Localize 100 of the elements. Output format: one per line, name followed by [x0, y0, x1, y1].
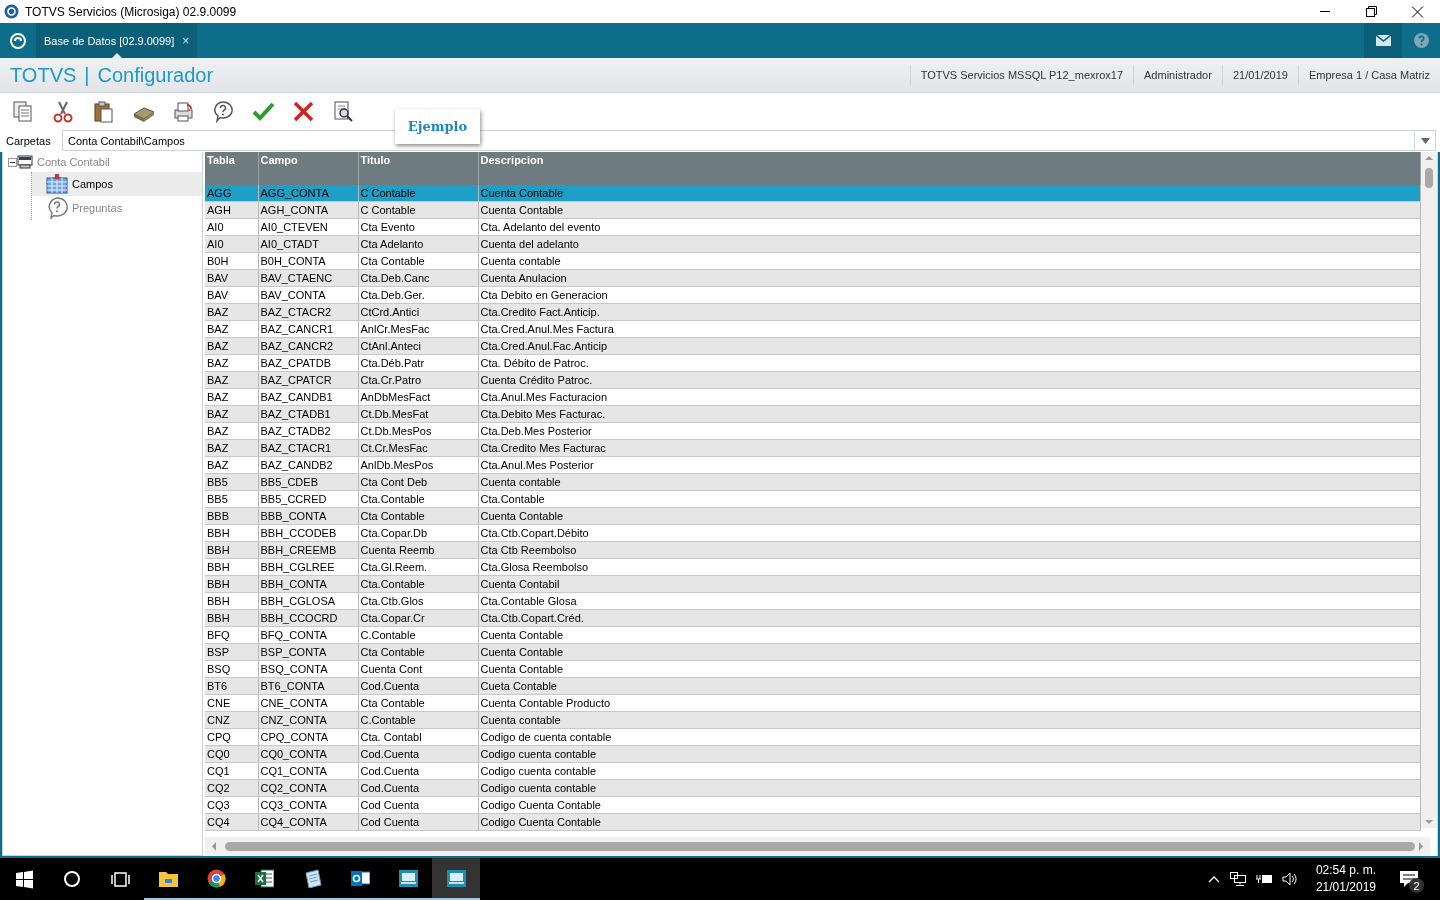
- table-cell: BAZ_CANDB2: [258, 456, 358, 474]
- clipboard-icon[interactable]: [92, 99, 115, 123]
- table-cell: AGG_CONTA: [258, 185, 358, 202]
- home-logo-icon[interactable]: [10, 32, 26, 49]
- collapse-icon[interactable]: [8, 157, 17, 167]
- table-cell: Cod Cuenta: [358, 796, 478, 814]
- table-cell: Cuenta Contable: [478, 185, 1421, 202]
- preview-icon[interactable]: [332, 99, 355, 123]
- table-cell: Cta.Deb.Mes Posterior: [478, 422, 1421, 440]
- tree-item[interactable]: Campos: [32, 172, 202, 196]
- table-cell: AnlCr.MesFac: [358, 320, 478, 338]
- table-cell: Cta.Anul.Mes Facturacion: [478, 388, 1421, 406]
- window-title: TOTVS Servicios (Microsiga) 02.9.0099: [25, 4, 238, 19]
- laptop-icon[interactable]: [398, 868, 418, 888]
- battery-icon[interactable]: [1255, 873, 1272, 885]
- table-cell: AI0: [205, 218, 258, 236]
- spreadsheet-icon[interactable]: [254, 868, 274, 888]
- table-cell: Cta. Débito de Patroc.: [478, 354, 1421, 372]
- table-cell: CQ1_CONTA: [258, 762, 358, 780]
- table-cell: AnlDb.MesPos: [358, 456, 478, 474]
- table-cell: Cta.Déb.Patr: [358, 354, 478, 372]
- folder-label: Carpetas: [5, 134, 52, 147]
- table-cell: BAZ_CANDB1: [258, 388, 358, 406]
- table-cell: BAZ_CANCR1: [258, 320, 358, 338]
- help-icon[interactable]: [212, 99, 235, 123]
- table-cell: AGG: [205, 185, 258, 202]
- table-cell: BBH_CGLOSA: [258, 592, 358, 610]
- table-cell: CQ3_CONTA: [258, 796, 358, 814]
- table-cell: C Contable: [358, 185, 478, 202]
- mail-icon[interactable]: [350, 868, 370, 888]
- cross-icon[interactable]: [292, 99, 315, 123]
- table-cell: BAZ: [205, 354, 258, 372]
- column-header[interactable]: Tabla: [205, 152, 258, 185]
- column-header[interactable]: Titulo: [358, 152, 478, 185]
- copy-icon[interactable]: [12, 99, 35, 123]
- laptop-icon[interactable]: [446, 868, 466, 888]
- chevron-up-icon[interactable]: [1207, 875, 1220, 883]
- table-cell: BBH: [205, 592, 258, 610]
- table-cell: Cta Debito en Generacion: [478, 286, 1421, 304]
- network-icon[interactable]: [1229, 872, 1246, 886]
- table-cell: BBH: [205, 558, 258, 576]
- table-cell: CPQ: [205, 728, 258, 746]
- table-cell: Ct.Db.MesPos: [358, 422, 478, 440]
- table-cell: Cod.Cuenta: [358, 762, 478, 780]
- table-cell: BB5: [205, 490, 258, 508]
- column-header[interactable]: Descripcion: [478, 152, 1421, 185]
- table-cell: BAV: [205, 286, 258, 304]
- title-separator: |: [84, 63, 90, 87]
- tab[interactable]: Base de Datos [02.9.0099] ×: [36, 23, 198, 58]
- table-cell: Codigo cuenta contable: [478, 762, 1421, 780]
- notepad-icon[interactable]: [302, 868, 322, 888]
- table-cell: Cta.Glosa Reembolso: [478, 558, 1421, 576]
- task-view-icon[interactable]: [110, 869, 130, 889]
- vertical-scrollbar[interactable]: [1421, 152, 1437, 828]
- table-cell: AnDbMesFact: [358, 388, 478, 406]
- tree-item[interactable]: Preguntas: [32, 196, 202, 220]
- table-cell: Cta.Contable Glosa: [478, 592, 1421, 610]
- close-icon[interactable]: ×: [182, 33, 190, 48]
- database-icon: [17, 155, 33, 169]
- tooltip: Ejemplo: [395, 109, 480, 144]
- horizontal-scrollbar[interactable]: [205, 837, 1430, 856]
- table-cell: CQ1: [205, 762, 258, 780]
- speaker-icon[interactable]: [1281, 872, 1298, 886]
- table-cell: BAZ: [205, 456, 258, 474]
- table-cell: Cta. Contabl: [358, 728, 478, 746]
- product-name: TOTVS: [10, 63, 77, 87]
- table-cell: Cta Evento: [358, 218, 478, 236]
- table-cell: Cta Contable: [358, 694, 478, 712]
- column-header[interactable]: Campo: [258, 152, 358, 185]
- browser-icon[interactable]: [206, 868, 226, 888]
- table-cell: BAZ: [205, 320, 258, 338]
- table-cell: BSQ_CONTA: [258, 660, 358, 678]
- scissors-icon[interactable]: [52, 99, 75, 123]
- table-cell: Cta.Deb.Ger.: [358, 286, 478, 304]
- question-icon: [46, 197, 68, 219]
- search-icon[interactable]: [62, 869, 82, 889]
- notification-count: 2: [1409, 878, 1424, 893]
- table-cell: Cuenta contable: [478, 252, 1421, 270]
- session-info: Administrador: [1133, 65, 1222, 85]
- module-name: Configurador: [97, 63, 214, 87]
- table-cell: BFQ_CONTA: [258, 626, 358, 644]
- table-cell: BBH: [205, 524, 258, 542]
- start-icon[interactable]: [14, 869, 34, 889]
- table-cell: BAZ_CTADB2: [258, 422, 358, 440]
- table-cell: Cta.Ctb.Copart.Débito: [478, 524, 1421, 542]
- table-cell: CPQ_CONTA: [258, 728, 358, 746]
- tree-item[interactable]: Conta Contabil: [17, 152, 110, 172]
- table-cell: Codigo Cuenta Contable: [478, 796, 1421, 814]
- table-cell: CNE_CONTA: [258, 694, 358, 712]
- table-cell: B0H: [205, 252, 258, 270]
- app-logo-icon: [4, 4, 19, 19]
- table-cell: Cta.Contable: [358, 490, 478, 508]
- table-cell: BB5_CCRED: [258, 490, 358, 508]
- table-cell: Cuenta Cont: [358, 660, 478, 678]
- table-cell: Cta Contable: [358, 252, 478, 270]
- table-cell: BAZ: [205, 388, 258, 406]
- clock[interactable]: 02:54 p. m. 21/01/2019: [1315, 862, 1376, 896]
- session-info: 21/01/2019: [1221, 65, 1298, 85]
- table-cell: Codigo de cuenta contable: [478, 728, 1421, 746]
- printer-icon[interactable]: [172, 99, 195, 123]
